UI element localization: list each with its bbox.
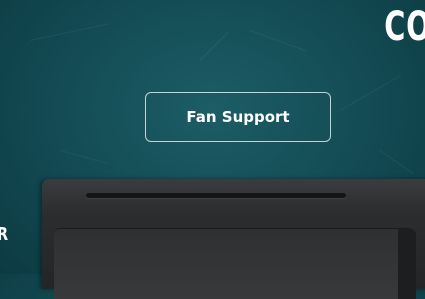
fan-support-button[interactable]: Fan Support [145,92,331,142]
device-slot [86,193,346,198]
left-edge-text-partial: R [0,224,8,245]
device-screen [54,228,416,299]
brand-logo-partial: CO [383,4,425,50]
device-image [42,179,425,299]
